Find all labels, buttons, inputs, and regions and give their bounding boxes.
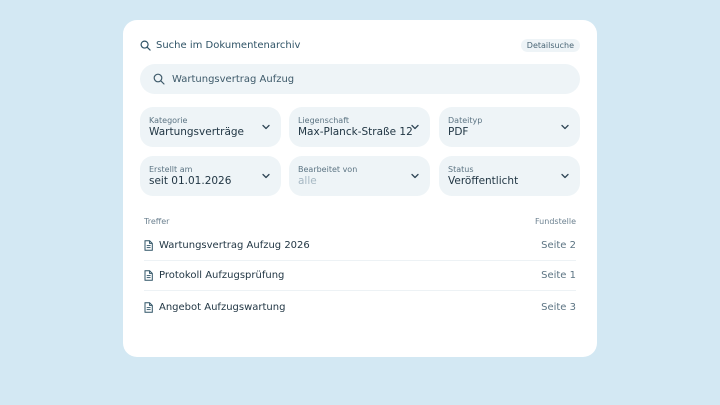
filter-value: Max-Planck-Straße 12 xyxy=(298,126,413,138)
filter-kategorie[interactable]: Kategorie Wartungsverträge xyxy=(140,107,281,147)
filter-label: Bearbeitet von xyxy=(298,165,358,174)
filter-value: Wartungsverträge xyxy=(149,126,245,138)
filter-label: Liegenschaft xyxy=(298,116,350,125)
chevron-down-icon xyxy=(561,124,569,130)
chevron-down-icon xyxy=(262,173,270,179)
search-icon xyxy=(153,73,165,85)
filter-value: PDF xyxy=(448,126,469,138)
result-title: Protokoll Aufzugsprüfung xyxy=(159,270,285,281)
document-icon xyxy=(144,270,153,281)
filter-bearbeitet-von[interactable]: Bearbeitet von alle xyxy=(289,156,430,196)
result-title: Angebot Aufzugswartung xyxy=(159,301,286,313)
chevron-down-icon xyxy=(561,173,569,179)
result-row[interactable]: Wartungsvertrag Aufzug 2026 Seite 2 xyxy=(144,231,576,261)
document-search-card: Suche im Dokumentenarchiv Detailsuche Wa… xyxy=(123,20,597,357)
column-header-hits: Treffer xyxy=(144,217,170,226)
filter-label: Status xyxy=(448,165,474,174)
result-location: Seite 3 xyxy=(541,301,576,313)
result-location: Seite 1 xyxy=(541,270,576,281)
filter-dateityp[interactable]: Dateityp PDF xyxy=(439,107,580,147)
document-icon xyxy=(144,240,153,251)
column-header-location: Fundstelle xyxy=(535,217,576,226)
results-header: Treffer Fundstelle xyxy=(144,217,576,226)
result-title: Wartungsvertrag Aufzug 2026 xyxy=(159,240,310,251)
result-row[interactable]: Angebot Aufzugswartung Seite 3 xyxy=(144,292,576,322)
filter-label: Erstellt am xyxy=(149,165,193,174)
chevron-down-icon xyxy=(262,124,270,130)
chevron-down-icon xyxy=(411,124,419,130)
filter-liegenschaft[interactable]: Liegenschaft Max-Planck-Straße 12 xyxy=(289,107,430,147)
search-query: Wartungsvertrag Aufzug xyxy=(172,73,295,85)
detail-search-button[interactable]: Detailsuche xyxy=(520,38,580,52)
result-row[interactable]: Protokoll Aufzugsprüfung Seite 1 xyxy=(144,261,576,291)
document-icon xyxy=(144,301,153,313)
page-title: Suche im Dokumentenarchiv xyxy=(156,39,301,51)
result-location: Seite 2 xyxy=(541,240,576,251)
filter-label: Dateityp xyxy=(448,116,483,125)
search-input[interactable]: Wartungsvertrag Aufzug xyxy=(140,64,580,94)
filter-value: seit 01.01.2026 xyxy=(149,175,232,187)
filter-status[interactable]: Status Veröffentlicht xyxy=(439,156,580,196)
chevron-down-icon xyxy=(411,173,419,179)
search-header: Suche im Dokumentenarchiv Detailsuche xyxy=(140,37,580,53)
filter-erstellt-am[interactable]: Erstellt am seit 01.01.2026 xyxy=(140,156,281,196)
filter-value: Veröffentlicht xyxy=(448,175,519,187)
filter-value: alle xyxy=(298,175,317,187)
filter-label: Kategorie xyxy=(149,116,188,125)
search-icon xyxy=(140,40,151,51)
